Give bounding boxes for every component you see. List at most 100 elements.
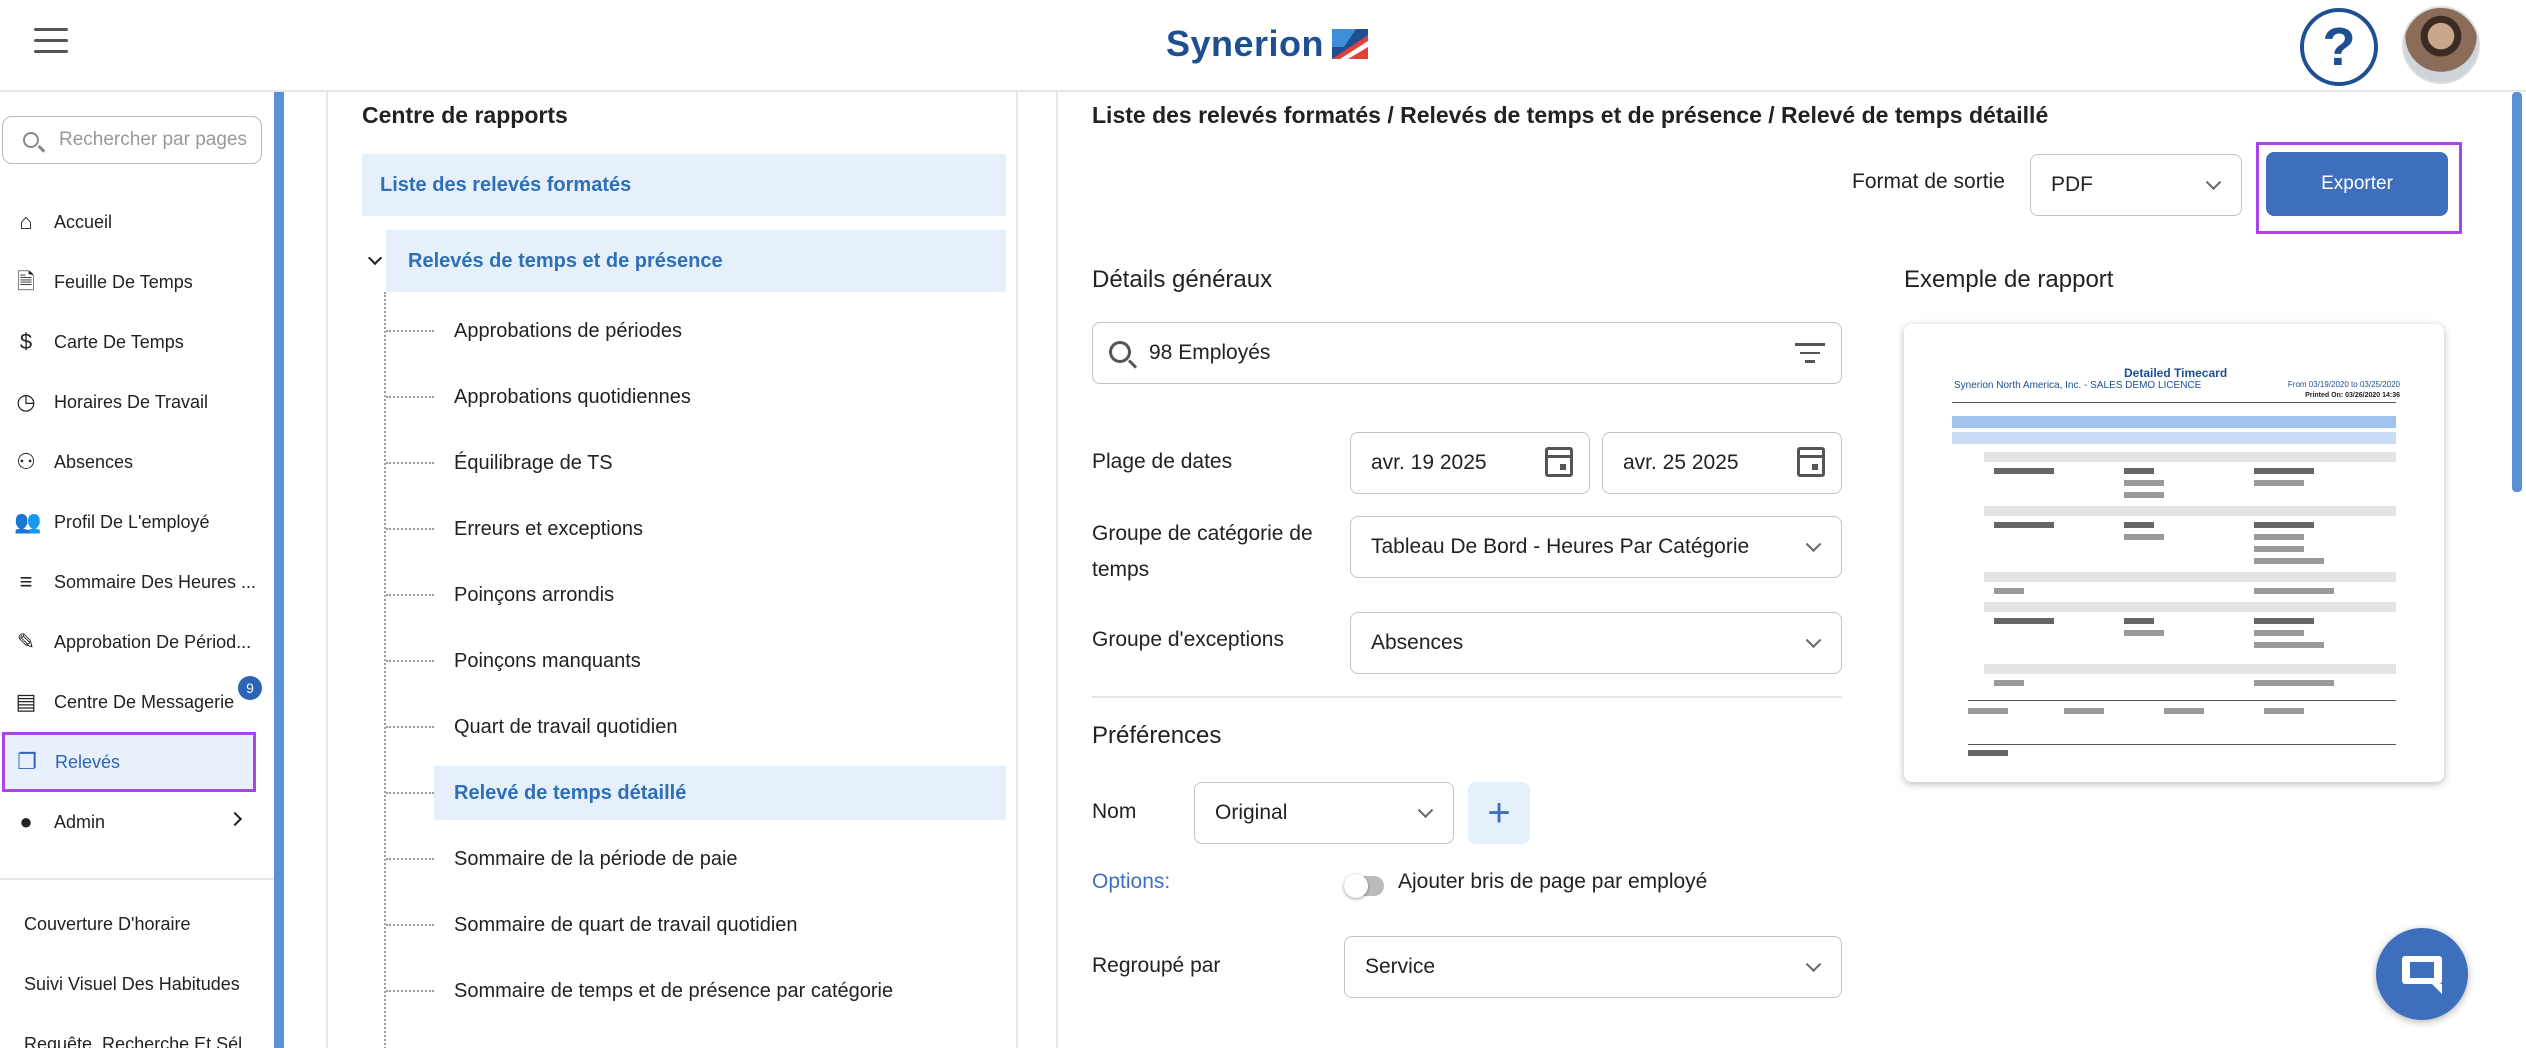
- sidebar-item-feuille-de-temps[interactable]: 🗎 Feuille De Temps: [0, 252, 274, 312]
- sidebar-item-absences[interactable]: ⚇ Absences: [0, 432, 274, 492]
- page-break-toggle[interactable]: [1344, 874, 1384, 898]
- report-item-label: Relevé de temps détaillé: [434, 766, 1006, 820]
- file-copy-icon: ❐: [17, 749, 37, 774]
- report-item[interactable]: Sommaire de quart de travail quotidien: [386, 898, 1006, 952]
- options-label: Options:: [1092, 870, 1171, 893]
- report-item[interactable]: Approbations de périodes: [386, 304, 1006, 358]
- preview-text: [1968, 708, 2008, 714]
- sidebar-item-sommaire[interactable]: ≡ Sommaire Des Heures ...: [0, 552, 274, 612]
- search-icon: [1109, 341, 1131, 363]
- sidebar-item-carte-de-temps[interactable]: $ Carte De Temps: [0, 312, 274, 372]
- preview-text: [2264, 708, 2304, 714]
- calendar-icon[interactable]: [1545, 447, 1573, 477]
- sidebar-item-releves[interactable]: ❐ Relevés: [2, 732, 256, 792]
- sidebar-item-horaires[interactable]: ◷ Horaires De Travail: [0, 372, 274, 432]
- report-item-label: Approbations quotidiennes: [454, 385, 691, 408]
- chat-button[interactable]: [2376, 928, 2468, 1020]
- sidebar-item-label: Sommaire Des Heures ...: [54, 571, 257, 592]
- sidebar: Rechercher par pages ⌂ Accueil 🗎 Feuille…: [0, 92, 278, 1048]
- output-format-label: Format de sortie: [1852, 170, 2005, 193]
- report-item[interactable]: Sommaire de temps et de présence par cat…: [386, 964, 1006, 1018]
- sidebar-item-label: Horaires De Travail: [54, 391, 209, 412]
- breadcrumb: Liste des relevés formatés / Relevés de …: [1092, 102, 2049, 128]
- report-item[interactable]: Équilibrage de TS: [386, 436, 1006, 490]
- detail-panel: Liste des relevés formatés / Relevés de …: [1056, 92, 2516, 1048]
- sidebar-subitem-couverture[interactable]: Couverture D'horaire: [0, 894, 274, 954]
- report-item-label: Sommaire de temps et de présence par cat…: [454, 979, 894, 1002]
- sidebar-nav: ⌂ Accueil 🗎 Feuille De Temps $ Carte De …: [0, 192, 274, 1048]
- preview-text: [2064, 708, 2104, 714]
- reports-formatted-list[interactable]: Liste des relevés formatés: [362, 154, 1006, 216]
- sidebar-item-approbation[interactable]: ✎ Approbation De Périod...: [0, 612, 274, 672]
- employees-value: 98 Employés: [1149, 341, 1271, 364]
- output-format-select[interactable]: PDF: [2030, 154, 2242, 216]
- export-button[interactable]: Exporter: [2266, 152, 2448, 216]
- filter-icon[interactable]: [1795, 343, 1825, 365]
- reports-group-time-attendance[interactable]: Relevés de temps et de présence: [362, 230, 1006, 292]
- example-report-title: Exemple de rapport: [1904, 266, 2114, 293]
- report-item[interactable]: Quart de travail quotidien: [386, 700, 1006, 754]
- home-icon: ⌂: [19, 209, 33, 234]
- sidebar-item-accueil[interactable]: ⌂ Accueil: [0, 192, 274, 252]
- report-item[interactable]: Sommaire de la période de paie: [386, 832, 1006, 886]
- employee-search-field[interactable]: 98 Employés: [1092, 322, 1842, 384]
- report-preview: Detailed Timecard Synerion North America…: [1904, 324, 2444, 782]
- chevron-right-icon: [227, 811, 243, 827]
- exceptions-group-select[interactable]: Absences: [1350, 612, 1842, 674]
- preview-text: [2124, 618, 2154, 624]
- preview-text: [1968, 750, 2008, 756]
- preview-text: [2254, 480, 2304, 486]
- sidebar-item-admin[interactable]: ● Admin: [0, 792, 274, 852]
- chevron-down-icon: [1805, 632, 1822, 649]
- chevron-down-icon[interactable]: [367, 250, 383, 266]
- report-item-label: Approbations de périodes: [454, 319, 682, 342]
- chevron-down-icon: [1805, 536, 1822, 553]
- date-from-value: avr. 19 2025: [1371, 451, 1487, 474]
- report-item[interactable]: Poinçons arrondis: [386, 568, 1006, 622]
- sidebar-subitem-suivi[interactable]: Suivi Visuel Des Habitudes: [0, 954, 274, 1014]
- grouped-by-select[interactable]: Service: [1344, 936, 1842, 998]
- chat-icon: [2402, 956, 2442, 994]
- sidebar-item-label: Admin: [54, 811, 106, 832]
- reports-group-label: Relevés de temps et de présence: [386, 230, 1006, 292]
- report-item-selected[interactable]: Relevé de temps détaillé: [386, 766, 1006, 820]
- page-scrollbar[interactable]: [2512, 92, 2522, 492]
- sidebar-item-profil[interactable]: 👥 Profil De L'employé: [0, 492, 274, 552]
- report-item[interactable]: Approbations quotidiennes: [386, 370, 1006, 424]
- sidebar-divider: [0, 878, 274, 880]
- menu-icon[interactable]: [34, 28, 68, 56]
- sidebar-item-messagerie[interactable]: ▤ Centre De Messagerie 9: [0, 672, 274, 732]
- preview-text: [2124, 480, 2164, 486]
- preference-name-select[interactable]: Original: [1194, 782, 1454, 844]
- help-button[interactable]: ?: [2300, 8, 2378, 86]
- report-item[interactable]: Erreurs et exceptions: [386, 502, 1006, 556]
- avatar[interactable]: [2402, 6, 2480, 84]
- grouped-by-value: Service: [1365, 955, 1436, 978]
- report-item-label: Poinçons manquants: [454, 649, 641, 672]
- preview-text: [1994, 680, 2024, 686]
- preview-text: [2254, 468, 2314, 474]
- date-from-field[interactable]: avr. 19 2025: [1350, 432, 1590, 494]
- add-preference-button[interactable]: +: [1468, 782, 1530, 844]
- sidebar-subitem-requete[interactable]: Requête, Recherche Et Sél...: [0, 1014, 274, 1048]
- report-item-label: Équilibrage de TS: [454, 451, 613, 474]
- sidebar-scrollbar[interactable]: [274, 92, 284, 1048]
- calendar-icon[interactable]: [1797, 447, 1825, 477]
- sidebar-item-label: Centre De Messagerie: [54, 691, 235, 712]
- sidebar-item-label: Carte De Temps: [54, 331, 184, 352]
- report-item-label: Poinçons arrondis: [454, 583, 615, 606]
- category-group-select[interactable]: Tableau De Bord - Heures Par Catégorie: [1350, 516, 1842, 578]
- date-to-field[interactable]: avr. 25 2025: [1602, 432, 1842, 494]
- report-item-label: Sommaire de la période de paie: [454, 847, 738, 870]
- preview-text: [2124, 522, 2154, 528]
- logo: Synerion: [1166, 16, 1370, 72]
- sidebar-item-label: Accueil: [54, 211, 113, 232]
- page-search-input[interactable]: Rechercher par pages: [2, 116, 262, 164]
- report-item[interactable]: Poinçons manquants: [386, 634, 1006, 688]
- preview-row: [1984, 664, 2396, 674]
- preview-text: [2254, 618, 2314, 624]
- preview-text: [2124, 468, 2154, 474]
- category-group-value: Tableau De Bord - Heures Par Catégorie: [1371, 535, 1750, 558]
- edit-icon: ✎: [16, 629, 36, 654]
- preview-rule: [1952, 402, 2396, 403]
